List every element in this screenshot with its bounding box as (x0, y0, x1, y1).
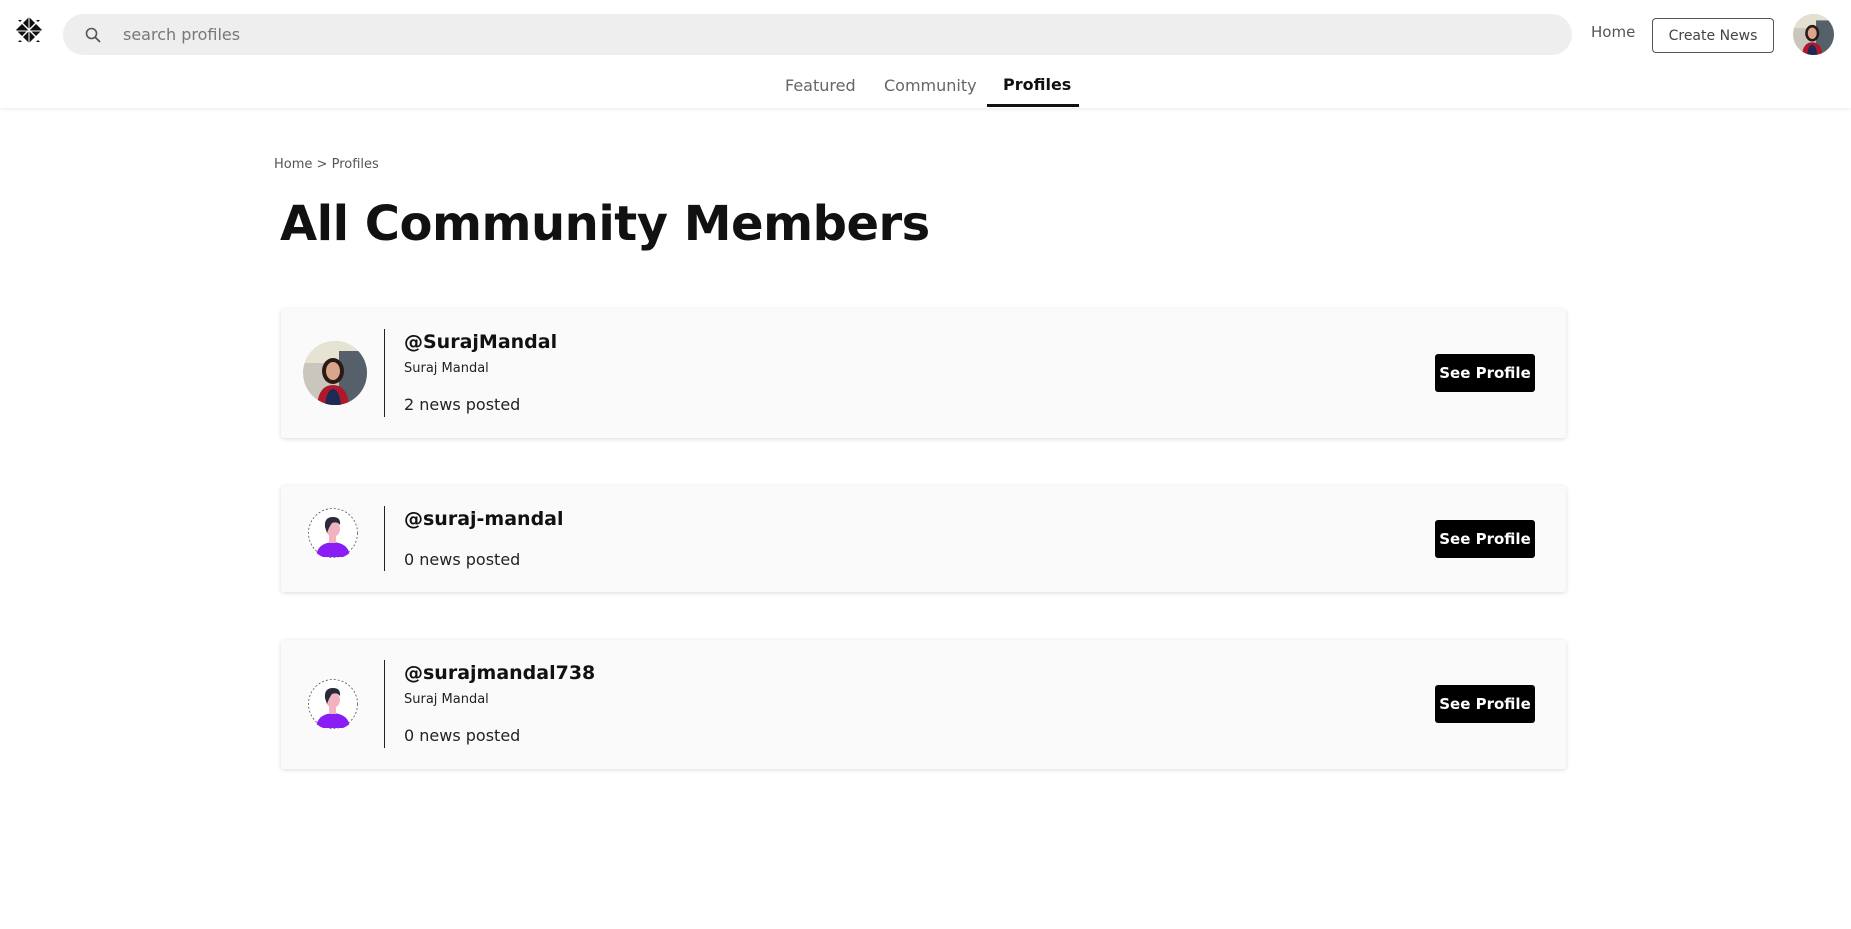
member-fullname: Suraj Mandal (404, 361, 489, 376)
member-avatar[interactable] (307, 507, 359, 559)
breadcrumb-home-link[interactable]: Home (274, 157, 312, 172)
breadcrumb: Home > Profiles (274, 157, 379, 172)
breadcrumb-separator: > (316, 157, 328, 172)
active-tab-indicator (987, 104, 1079, 107)
see-profile-button[interactable]: See Profile (1435, 354, 1535, 392)
card-divider (384, 329, 385, 417)
search-bar[interactable] (63, 14, 1572, 55)
member-fullname: Suraj Mandal (404, 692, 489, 707)
page-title: All Community Members (280, 196, 930, 252)
card-divider (384, 506, 385, 571)
home-link[interactable]: Home (1591, 23, 1635, 45)
member-card: @surajmandal738 Suraj Mandal 0 news post… (281, 640, 1566, 769)
member-username[interactable]: @surajmandal738 (404, 662, 595, 684)
member-news-count: 0 news posted (404, 550, 521, 569)
member-card: @suraj-mandal 0 news posted See Profile (281, 486, 1566, 592)
member-avatar[interactable] (303, 341, 367, 405)
see-profile-button[interactable]: See Profile (1435, 685, 1535, 723)
user-avatar[interactable] (1793, 14, 1834, 55)
tab-featured[interactable]: Featured (785, 76, 856, 95)
logo-icon[interactable] (14, 16, 44, 46)
tab-bar: Featured Community Profiles (0, 66, 1851, 108)
see-profile-button[interactable]: See Profile (1435, 520, 1535, 558)
member-news-count: 0 news posted (404, 726, 521, 745)
top-header: Home Create News Featured Community Prof… (0, 0, 1851, 108)
breadcrumb-current: Profiles (331, 157, 379, 172)
search-icon (85, 26, 103, 44)
search-input[interactable] (123, 19, 1523, 50)
card-divider (384, 660, 385, 748)
member-avatar[interactable] (307, 678, 359, 730)
member-news-count: 2 news posted (404, 395, 521, 414)
member-username[interactable]: @SurajMandal (404, 331, 557, 353)
tab-community[interactable]: Community (884, 76, 977, 95)
create-news-button[interactable]: Create News (1652, 18, 1774, 53)
member-username[interactable]: @suraj-mandal (404, 508, 564, 530)
member-card: @SurajMandal Suraj Mandal 2 news posted … (281, 309, 1566, 438)
tab-profiles[interactable]: Profiles (1003, 75, 1071, 94)
